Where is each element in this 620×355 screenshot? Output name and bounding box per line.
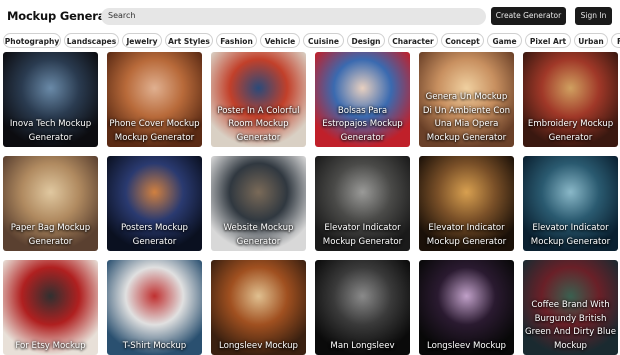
category-chip-urban[interactable]: Urban (574, 33, 608, 48)
category-chip-fashion[interactable]: Fashion (216, 33, 257, 48)
generator-card[interactable]: Elevator Indicator Mockup Generator (419, 156, 514, 251)
card-caption: T-Shirt Mockup (122, 340, 187, 351)
card-caption: Posters Mockup Generator (120, 223, 189, 247)
generator-card[interactable]: Longsleev Mockup (211, 260, 306, 355)
generator-card[interactable]: Poster In A Colorful Room Mockup Generat… (211, 52, 306, 147)
generator-card[interactable]: For Etsy Mockup (3, 260, 98, 355)
category-chip-landscapes[interactable]: Landscapes (64, 33, 119, 48)
search-input[interactable]: Search (101, 8, 486, 25)
card-caption: Bolsas Para Estropajos Mockup Generator (322, 105, 403, 143)
category-chip-photography[interactable]: Photography (3, 33, 61, 48)
card-caption: Elevator Indicator Mockup Generator (322, 223, 403, 247)
card-caption: Longsleev Mockup (218, 340, 299, 351)
search-placeholder: Search (108, 11, 136, 20)
create-generator-button[interactable]: Create Generator (491, 7, 566, 25)
generator-card[interactable]: Man Longsleev (315, 260, 410, 355)
category-chip-truncated[interactable]: F (611, 33, 620, 48)
category-chip-jewelry[interactable]: Jewelry (122, 33, 162, 48)
category-chip-pixel-art[interactable]: Pixel Art (525, 33, 571, 48)
category-chip-concept[interactable]: Concept (441, 33, 484, 48)
category-chip-character[interactable]: Character (388, 33, 438, 48)
category-bar: Photography Landscapes Jewelry Art Style… (0, 33, 620, 50)
generator-card[interactable]: Longsleev Mockup (419, 260, 514, 355)
card-caption: Poster In A Colorful Room Mockup Generat… (217, 105, 300, 143)
top-bar: Mockup Generator Search Create Generator… (0, 0, 620, 32)
category-chip-vehicle[interactable]: Vehicle (260, 33, 300, 48)
generator-grid: Inova Tech Mockup Generator Phone Cover … (0, 52, 620, 355)
generator-card[interactable]: Bolsas Para Estropajos Mockup Generator (315, 52, 410, 147)
card-caption: Elevator Indicator Mockup Generator (426, 223, 507, 247)
card-caption: Coffee Brand With Burgundy British Green… (524, 300, 616, 351)
generator-card[interactable]: Paper Bag Mockup Generator (3, 156, 98, 251)
generator-card[interactable]: Embroidery Mockup Generator (523, 52, 618, 147)
generator-card[interactable]: Elevator Indicator Mockup Generator (315, 156, 410, 251)
card-caption: Embroidery Mockup Generator (527, 119, 614, 143)
category-chip-design[interactable]: Design (347, 33, 385, 48)
card-caption: Longsleev Mockup (426, 340, 507, 351)
generator-card[interactable]: Posters Mockup Generator (107, 156, 202, 251)
category-chip-game[interactable]: Game (487, 33, 522, 48)
generator-card[interactable]: Inova Tech Mockup Generator (3, 52, 98, 147)
generator-card[interactable]: Phone Cover Mockup Mockup Generator (107, 52, 202, 147)
generator-card[interactable]: T-Shirt Mockup (107, 260, 202, 355)
card-caption: Paper Bag Mockup Generator (10, 223, 91, 247)
card-caption: For Etsy Mockup (15, 340, 86, 351)
generator-card[interactable]: Coffee Brand With Burgundy British Green… (523, 260, 618, 355)
card-caption: Inova Tech Mockup Generator (9, 119, 92, 143)
category-chip-cuisine[interactable]: Cuisine (303, 33, 344, 48)
generator-card[interactable]: Elevator Indicator Mockup Generator (523, 156, 618, 251)
category-chip-art-styles[interactable]: Art Styles (165, 33, 213, 48)
generator-card[interactable]: Genera Un Mockup Di Un Ambiente Con Una … (419, 52, 514, 147)
card-caption: Man Longsleev (330, 340, 395, 351)
card-caption: Website Mockup Generator (223, 223, 294, 247)
card-caption: Genera Un Mockup Di Un Ambiente Con Una … (422, 92, 511, 143)
card-caption: Phone Cover Mockup Mockup Generator (109, 119, 200, 143)
card-caption: Elevator Indicator Mockup Generator (530, 223, 611, 247)
sign-in-button[interactable]: Sign In (575, 7, 612, 25)
generator-card[interactable]: Website Mockup Generator (211, 156, 306, 251)
